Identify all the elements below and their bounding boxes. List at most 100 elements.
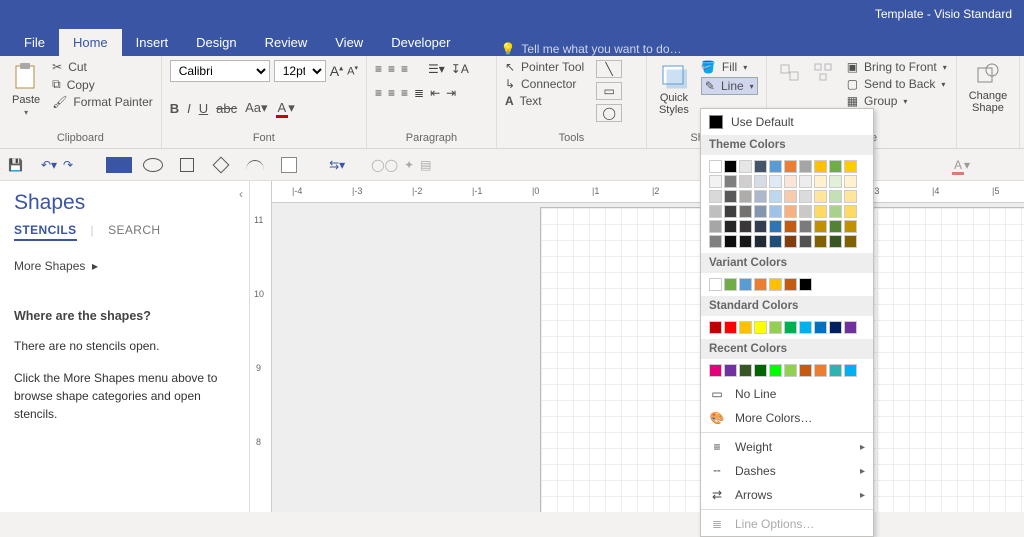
color-swatch[interactable] [844, 235, 857, 248]
tab-review[interactable]: Review [251, 29, 322, 56]
color-swatch[interactable] [814, 160, 827, 173]
color-swatch[interactable] [769, 160, 782, 173]
font-size-select[interactable]: 12pt. [274, 60, 326, 82]
tab-file[interactable]: File [10, 29, 59, 56]
cut-button[interactable]: ✂Cut [52, 60, 153, 74]
color-swatch[interactable] [739, 364, 752, 377]
color-swatch[interactable] [724, 205, 737, 218]
color-swatch[interactable] [844, 175, 857, 188]
text-direction-button[interactable]: ↧A [451, 62, 469, 76]
color-swatch[interactable] [724, 278, 737, 291]
qat-font-color[interactable]: A▾ [952, 158, 970, 172]
color-swatch[interactable] [814, 321, 827, 334]
justify-button[interactable]: ≣ [414, 86, 424, 100]
copy-button[interactable]: ⧉Copy [52, 77, 153, 92]
color-swatch[interactable] [829, 160, 842, 173]
color-swatch[interactable] [709, 235, 722, 248]
color-swatch[interactable] [739, 190, 752, 203]
ellipse-tool-button[interactable]: ◯ [596, 104, 622, 122]
color-swatch[interactable] [784, 205, 797, 218]
color-swatch[interactable] [814, 364, 827, 377]
qat-shape-square[interactable] [173, 156, 201, 174]
font-color-button[interactable]: A▾ [276, 100, 295, 116]
color-swatch[interactable] [799, 278, 812, 291]
color-swatch[interactable] [829, 321, 842, 334]
send-to-back-button[interactable]: ▢Send to Back▾ [847, 77, 947, 91]
collapse-panel-button[interactable]: ‹ [239, 187, 243, 201]
font-face-select[interactable]: Calibri [170, 60, 270, 82]
change-shape-button[interactable]: Change Shape [965, 60, 1012, 148]
color-swatch[interactable] [829, 220, 842, 233]
more-colors-item[interactable]: 🎨More Colors… [701, 406, 873, 430]
qat-link-shapes[interactable]: ◯◯ [371, 158, 398, 172]
text-tool-button[interactable]: AText [505, 94, 584, 108]
color-swatch[interactable] [799, 190, 812, 203]
color-swatch[interactable] [769, 175, 782, 188]
color-swatch[interactable] [739, 278, 752, 291]
color-swatch[interactable] [769, 220, 782, 233]
line-button[interactable]: ✎Line▾ [701, 77, 758, 95]
qat-connectors-button[interactable]: ⇆▾ [329, 158, 345, 172]
tab-developer[interactable]: Developer [377, 29, 464, 56]
color-swatch[interactable] [844, 321, 857, 334]
save-button[interactable]: 💾 [8, 158, 23, 172]
color-swatch[interactable] [724, 190, 737, 203]
color-swatch[interactable] [784, 190, 797, 203]
increase-indent-button[interactable]: ⇥ [446, 86, 456, 100]
color-swatch[interactable] [754, 175, 767, 188]
color-swatch[interactable] [844, 190, 857, 203]
color-swatch[interactable] [754, 205, 767, 218]
color-swatch[interactable] [844, 160, 857, 173]
color-swatch[interactable] [739, 220, 752, 233]
qat-layers[interactable]: ▤ [420, 158, 431, 172]
qat-shape-diamond[interactable] [207, 156, 235, 174]
change-case-button[interactable]: Aa▾ [245, 100, 267, 116]
weight-item[interactable]: ≡Weight▸ [701, 435, 873, 459]
color-swatch[interactable] [784, 220, 797, 233]
color-swatch[interactable] [754, 278, 767, 291]
color-swatch[interactable] [754, 220, 767, 233]
color-swatch[interactable] [814, 190, 827, 203]
color-swatch[interactable] [769, 364, 782, 377]
color-swatch[interactable] [799, 220, 812, 233]
color-swatch[interactable] [814, 235, 827, 248]
color-swatch[interactable] [739, 175, 752, 188]
color-swatch[interactable] [799, 205, 812, 218]
color-swatch[interactable] [739, 321, 752, 334]
quick-styles-button[interactable]: Quick Styles [655, 60, 693, 130]
color-swatch[interactable] [709, 205, 722, 218]
bold-button[interactable]: B [170, 101, 179, 116]
line-tool-button[interactable]: ╲ [596, 60, 622, 78]
dashes-item[interactable]: ╌Dashes▸ [701, 459, 873, 483]
tab-view[interactable]: View [321, 29, 377, 56]
tell-me[interactable]: 💡 Tell me what you want to do… [464, 42, 681, 56]
color-swatch[interactable] [739, 235, 752, 248]
stencils-tab[interactable]: STENCILS [14, 223, 77, 241]
color-swatch[interactable] [844, 220, 857, 233]
color-swatch[interactable] [709, 278, 722, 291]
qat-shape-white-sq[interactable] [275, 156, 303, 174]
undo-button[interactable]: ↶▾ [41, 158, 57, 172]
color-swatch[interactable] [724, 235, 737, 248]
color-swatch[interactable] [784, 235, 797, 248]
color-swatch[interactable] [754, 364, 767, 377]
color-swatch[interactable] [769, 190, 782, 203]
underline-button[interactable]: U [199, 101, 208, 116]
qat-effects[interactable]: ✦ [404, 158, 414, 172]
color-swatch[interactable] [814, 175, 827, 188]
color-swatch[interactable] [784, 160, 797, 173]
color-swatch[interactable] [784, 364, 797, 377]
color-swatch[interactable] [724, 175, 737, 188]
color-swatch[interactable] [829, 364, 842, 377]
color-swatch[interactable] [814, 205, 827, 218]
color-swatch[interactable] [709, 190, 722, 203]
strike-button[interactable]: abc [216, 101, 237, 116]
tab-insert[interactable]: Insert [122, 29, 183, 56]
color-swatch[interactable] [829, 190, 842, 203]
color-swatch[interactable] [709, 220, 722, 233]
color-swatch[interactable] [709, 175, 722, 188]
color-swatch[interactable] [814, 220, 827, 233]
fill-button[interactable]: 🪣Fill▾ [701, 60, 758, 74]
color-swatch[interactable] [829, 205, 842, 218]
color-swatch[interactable] [709, 160, 722, 173]
